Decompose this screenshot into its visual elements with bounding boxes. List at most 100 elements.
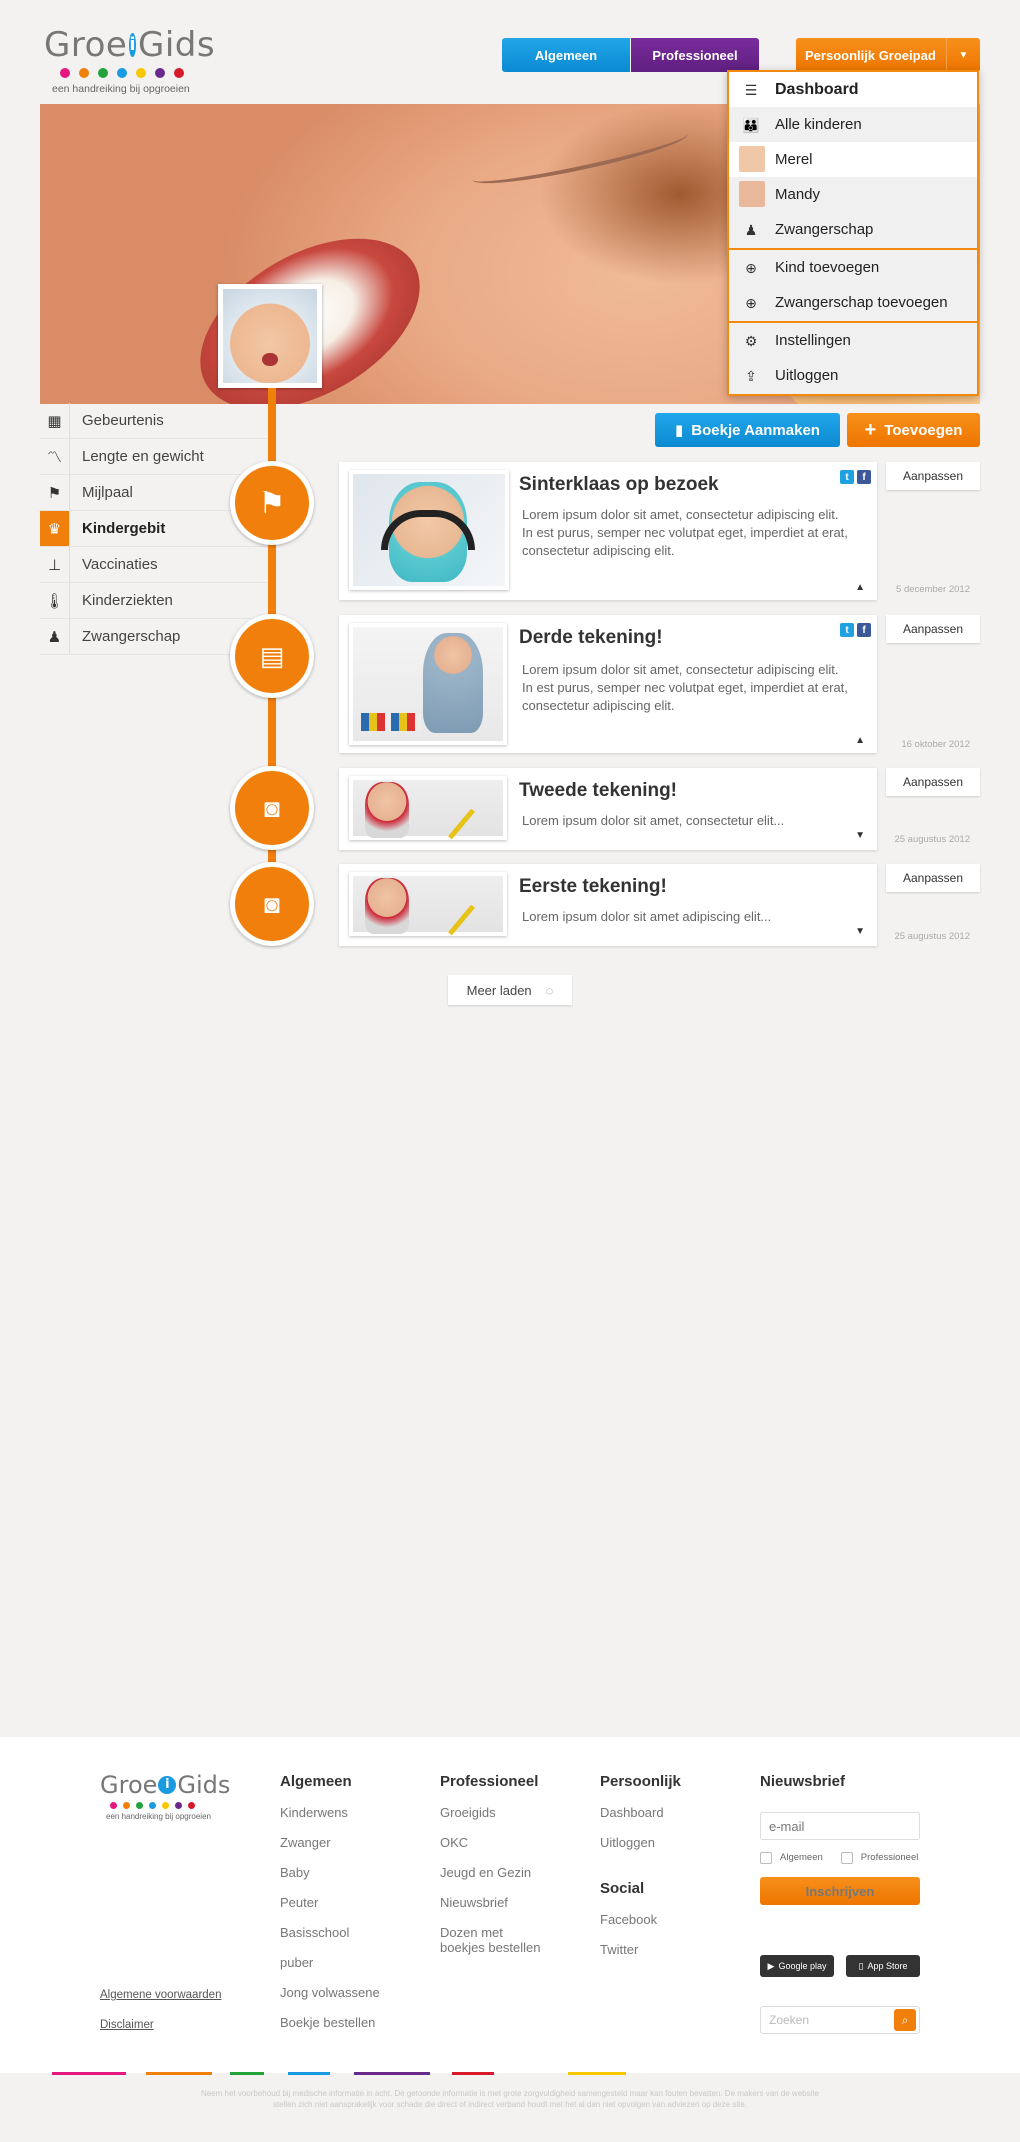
logo-dot — [174, 68, 184, 78]
camera-icon: ◙ — [264, 792, 280, 823]
logo-dot — [136, 1802, 143, 1809]
edit-button[interactable]: Aanpassen — [886, 864, 980, 892]
logo-text-pre: Groe — [100, 1771, 158, 1799]
menu-item-kind-toevoegen[interactable]: ⊕ Kind toevoegen — [729, 250, 977, 285]
calendar-icon: ▦ — [40, 403, 70, 438]
logo-dot — [117, 68, 127, 78]
footer-link[interactable]: Baby — [280, 1865, 420, 1880]
sidebar-item-label: Kindergebit — [82, 520, 166, 537]
sidebar-item-gebeurtenis[interactable]: ▦ Gebeurtenis — [40, 403, 270, 439]
subscribe-button[interactable]: Inschrijven — [760, 1877, 920, 1905]
logo-dot — [60, 68, 70, 78]
timeline-card[interactable]: Derde tekening! Lorem ipsum dolor sit am… — [339, 615, 877, 753]
menu-item-zwangerschap[interactable]: ♟ Zwangerschap — [729, 212, 977, 247]
logo-dot — [188, 1802, 195, 1809]
nav-persoonlijk-button[interactable]: Persoonlijk Groeipad ▼ — [796, 38, 980, 72]
color-bar — [146, 2072, 212, 2075]
card-photo — [349, 470, 509, 590]
expand-arrow-icon[interactable]: ▼ — [855, 830, 865, 841]
facebook-icon[interactable]: f — [857, 470, 871, 484]
footer-link[interactable]: OKC — [440, 1835, 580, 1850]
menu-item-mandy[interactable]: Mandy — [729, 177, 977, 212]
nav-professioneel-button[interactable]: Professioneel — [631, 38, 759, 72]
footer-link[interactable]: Facebook — [600, 1912, 740, 1927]
footer-link[interactable]: Dozen met boekjes bestellen — [440, 1925, 550, 1955]
footer-link[interactable]: Jong volwassene — [280, 1985, 420, 2000]
load-more-button[interactable]: Meer laden ◌ — [448, 975, 572, 1005]
menu-item-alle-kinderen[interactable]: 👪 Alle kinderen — [729, 107, 977, 142]
nav-algemeen-button[interactable]: Algemeen — [502, 38, 630, 72]
pregnant-icon: ♟ — [40, 619, 70, 654]
footer-logo[interactable]: Groe i Gids een handreiking bij opgroeien — [100, 1771, 240, 1821]
expand-arrow-icon[interactable]: ▼ — [855, 926, 865, 937]
footer-link[interactable]: Twitter — [600, 1942, 740, 1957]
footer-link[interactable]: Kinderwens — [280, 1805, 420, 1820]
edit-button[interactable]: Aanpassen — [886, 768, 980, 796]
card-date: 16 oktober 2012 — [901, 739, 970, 750]
sidebar-item-label: Vaccinaties — [82, 556, 158, 573]
google-play-badge[interactable]: ▶ Google play — [760, 1955, 834, 1977]
menu-item-zwangerschap-toevoegen[interactable]: ⊕ Zwangerschap toevoegen — [729, 285, 977, 320]
timeline-card[interactable]: Eerste tekening! Lorem ipsum dolor sit a… — [339, 864, 877, 946]
collapse-arrow-icon[interactable]: ▲ — [855, 582, 865, 593]
logout-icon: ⇪ — [745, 367, 757, 384]
legal-link-voorwaarden[interactable]: Algemene voorwaarden — [100, 1989, 221, 2001]
chart-icon: 〽 — [40, 439, 70, 474]
checkbox-professioneel[interactable]: Professioneel — [840, 1850, 918, 1865]
spinner-icon: ◌ — [545, 982, 554, 998]
facebook-icon[interactable]: f — [857, 623, 871, 637]
sidebar-item-label: Kinderziekten — [82, 592, 173, 609]
timeline-node-notepad: ▤ — [230, 614, 314, 698]
card-date: 25 augustus 2012 — [894, 834, 970, 845]
sidebar-item-kinderziekten[interactable]: 🌡 Kinderziekten — [40, 583, 270, 619]
app-store-badge[interactable]: ▯ App Store — [846, 1955, 920, 1977]
color-bar — [452, 2072, 494, 2075]
footer-link[interactable]: Dashboard — [600, 1805, 740, 1820]
logo[interactable]: Groe i Gids een handreiking bij opgroeien — [44, 28, 215, 95]
menu-item-uitloggen[interactable]: ⇪ Uitloggen — [729, 358, 977, 393]
notepad-icon: ▤ — [259, 640, 285, 671]
footer-link[interactable]: Zwanger — [280, 1835, 420, 1850]
menu-item-label: Mandy — [775, 186, 821, 203]
footer-link[interactable]: Jeugd en Gezin — [440, 1865, 580, 1880]
chevron-down-icon[interactable]: ▼ — [946, 38, 980, 72]
sidebar-item-lengte-en-gewicht[interactable]: 〽 Lengte en gewicht — [40, 439, 270, 475]
footer-col-title: Professioneel — [440, 1773, 539, 1790]
collapse-arrow-icon[interactable]: ▲ — [855, 735, 865, 746]
footer-col-algemeen: Algemeen Kinderwens Zwanger Baby Peuter … — [280, 1773, 420, 2045]
boekje-aanmaken-button[interactable]: ▮ Boekje Aanmaken — [655, 413, 840, 447]
footer-link[interactable]: Basisschool — [280, 1925, 420, 1940]
footer-link[interactable]: Boekje bestellen — [280, 2015, 420, 2030]
menu-item-instellingen[interactable]: ⚙ Instellingen — [729, 323, 977, 358]
toevoegen-button[interactable]: + Toevoegen — [847, 413, 980, 447]
twitter-icon[interactable]: t — [840, 470, 854, 484]
timeline-card[interactable]: Sinterklaas op bezoek Lorem ipsum dolor … — [339, 462, 877, 600]
child-avatar[interactable] — [218, 284, 322, 388]
flag-icon: ⚑ — [40, 475, 70, 510]
menu-item-label: Zwangerschap — [775, 221, 874, 238]
twitter-icon[interactable]: t — [840, 623, 854, 637]
edit-button[interactable]: Aanpassen — [886, 615, 980, 643]
sidebar-item-vaccinaties[interactable]: ⊥ Vaccinaties — [40, 547, 270, 583]
footer-link[interactable]: Nieuwsbrief — [440, 1895, 580, 1910]
card-photo — [349, 872, 507, 936]
timeline-card[interactable]: Tweede tekening! Lorem ipsum dolor sit a… — [339, 768, 877, 850]
legal-link-disclaimer[interactable]: Disclaimer — [100, 2019, 154, 2031]
footer-link[interactable]: puber — [280, 1955, 420, 1970]
checkbox-algemeen[interactable]: Algemeen — [760, 1850, 823, 1865]
boekje-aanmaken-label: Boekje Aanmaken — [691, 421, 820, 439]
menu-item-dashboard[interactable]: ☰ Dashboard — [729, 72, 977, 107]
newsletter-email-input[interactable]: e-mail — [760, 1812, 920, 1840]
edit-button[interactable]: Aanpassen — [886, 462, 980, 490]
footer-link[interactable]: Peuter — [280, 1895, 420, 1910]
card-text: Lorem ipsum dolor sit amet, consectetur … — [522, 813, 785, 828]
footer-col-title: Social — [600, 1880, 645, 1897]
footer-link[interactable]: Groeigids — [440, 1805, 580, 1820]
color-bar — [230, 2072, 264, 2075]
search-icon[interactable]: ⌕ — [894, 2009, 916, 2031]
logo-dots — [110, 1802, 240, 1809]
logo-tagline: een handreiking bij opgroeien — [52, 83, 190, 95]
color-bar — [354, 2072, 430, 2075]
footer-link[interactable]: Uitloggen — [600, 1835, 740, 1850]
menu-item-merel[interactable]: Merel — [729, 142, 977, 177]
